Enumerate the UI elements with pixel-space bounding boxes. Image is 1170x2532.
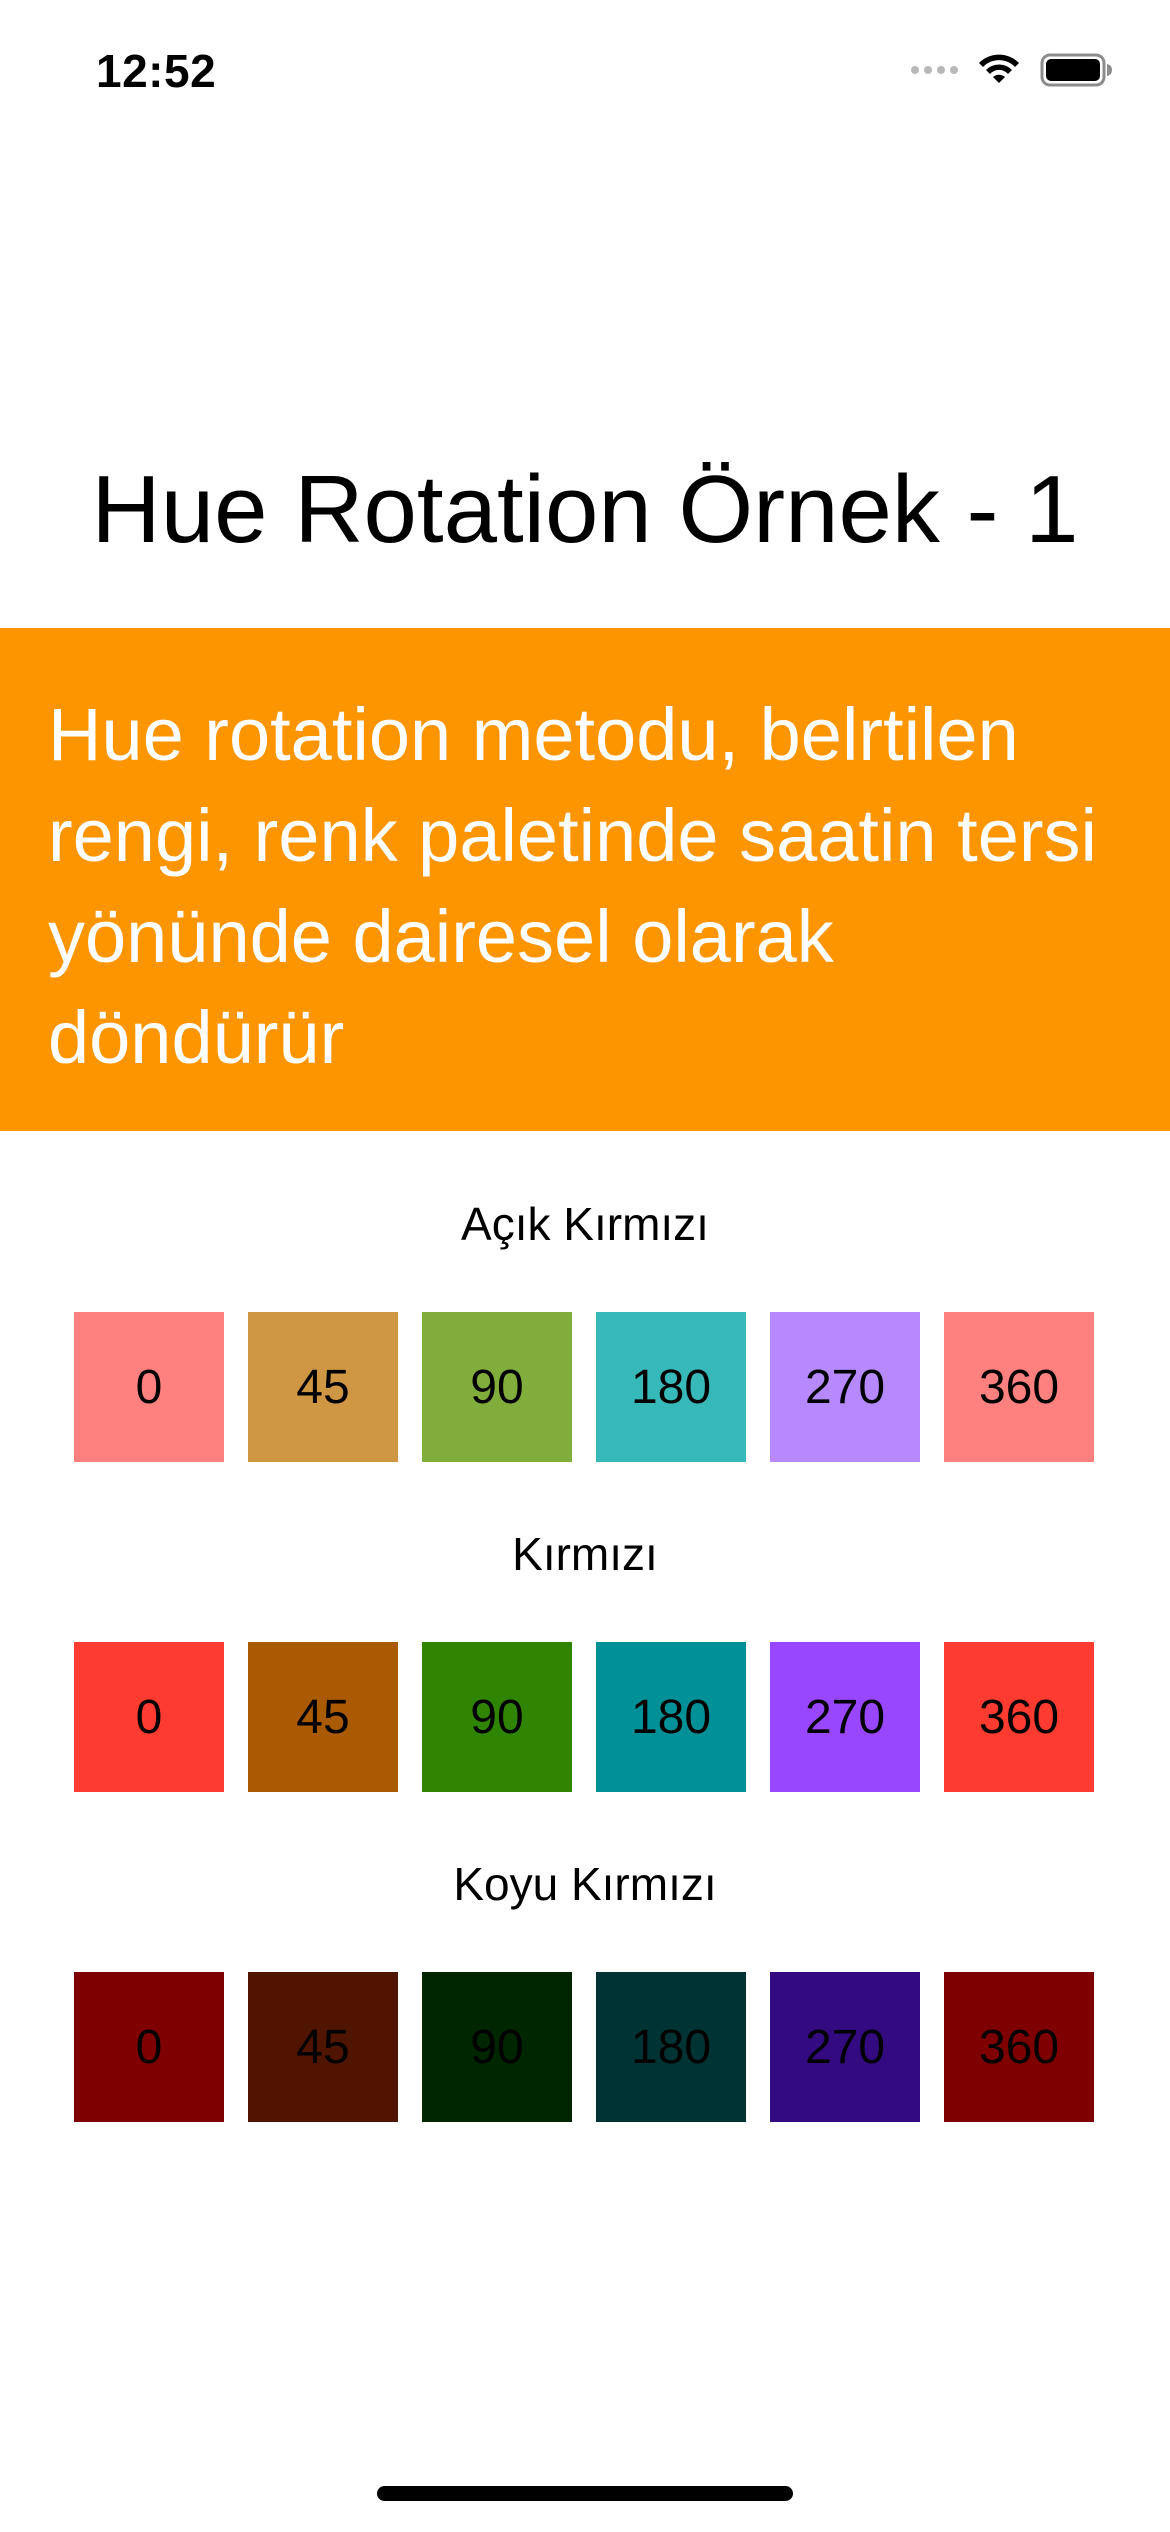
screen: 12:52 Hue Rotation Örnek - 1 Hue rotatio… <box>0 0 1170 2532</box>
swatch: 360 <box>944 1642 1094 1792</box>
battery-icon <box>1040 53 1112 87</box>
swatch: 360 <box>944 1312 1094 1462</box>
swatch: 180 <box>596 1312 746 1462</box>
swatch-row-kirmizi: 0 45 90 180 270 360 <box>74 1642 1094 1792</box>
swatch: 45 <box>248 1972 398 2122</box>
swatch: 90 <box>422 1972 572 2122</box>
swatch: 360 <box>944 1972 1094 2122</box>
status-icons <box>911 52 1114 88</box>
home-indicator[interactable] <box>377 2486 793 2501</box>
status-time: 12:52 <box>96 45 217 97</box>
swatch: 45 <box>248 1312 398 1462</box>
swatch: 45 <box>248 1642 398 1792</box>
swatch-row-acik-kirmizi: 0 45 90 180 270 360 <box>74 1312 1094 1462</box>
swatch: 0 <box>74 1312 224 1462</box>
page-title: Hue Rotation Örnek - 1 <box>91 456 1079 563</box>
swatch: 270 <box>770 1642 920 1792</box>
swatch: 90 <box>422 1642 572 1792</box>
group-label-acik-kirmizi: Açık Kırmızı <box>461 1198 709 1250</box>
wifi-icon <box>979 54 1019 83</box>
swatch: 0 <box>74 1642 224 1792</box>
swatch: 270 <box>770 1972 920 2122</box>
swatch: 180 <box>596 1642 746 1792</box>
swatch: 90 <box>422 1312 572 1462</box>
swatch-row-koyu-kirmizi: 0 45 90 180 270 360 <box>74 1972 1094 2122</box>
swatch: 0 <box>74 1972 224 2122</box>
description-banner: Hue rotation metodu, belrtilen rengi, re… <box>0 628 1170 1131</box>
swatch: 180 <box>596 1972 746 2122</box>
status-bar: 12:52 <box>0 0 1170 140</box>
swatch: 270 <box>770 1312 920 1462</box>
signal-dots-icon <box>911 66 958 74</box>
group-label-koyu-kirmizi: Koyu Kırmızı <box>453 1858 717 1910</box>
group-label-kirmizi: Kırmızı <box>512 1528 658 1580</box>
description-text: Hue rotation metodu, belrtilen rengi, re… <box>48 693 1097 1079</box>
